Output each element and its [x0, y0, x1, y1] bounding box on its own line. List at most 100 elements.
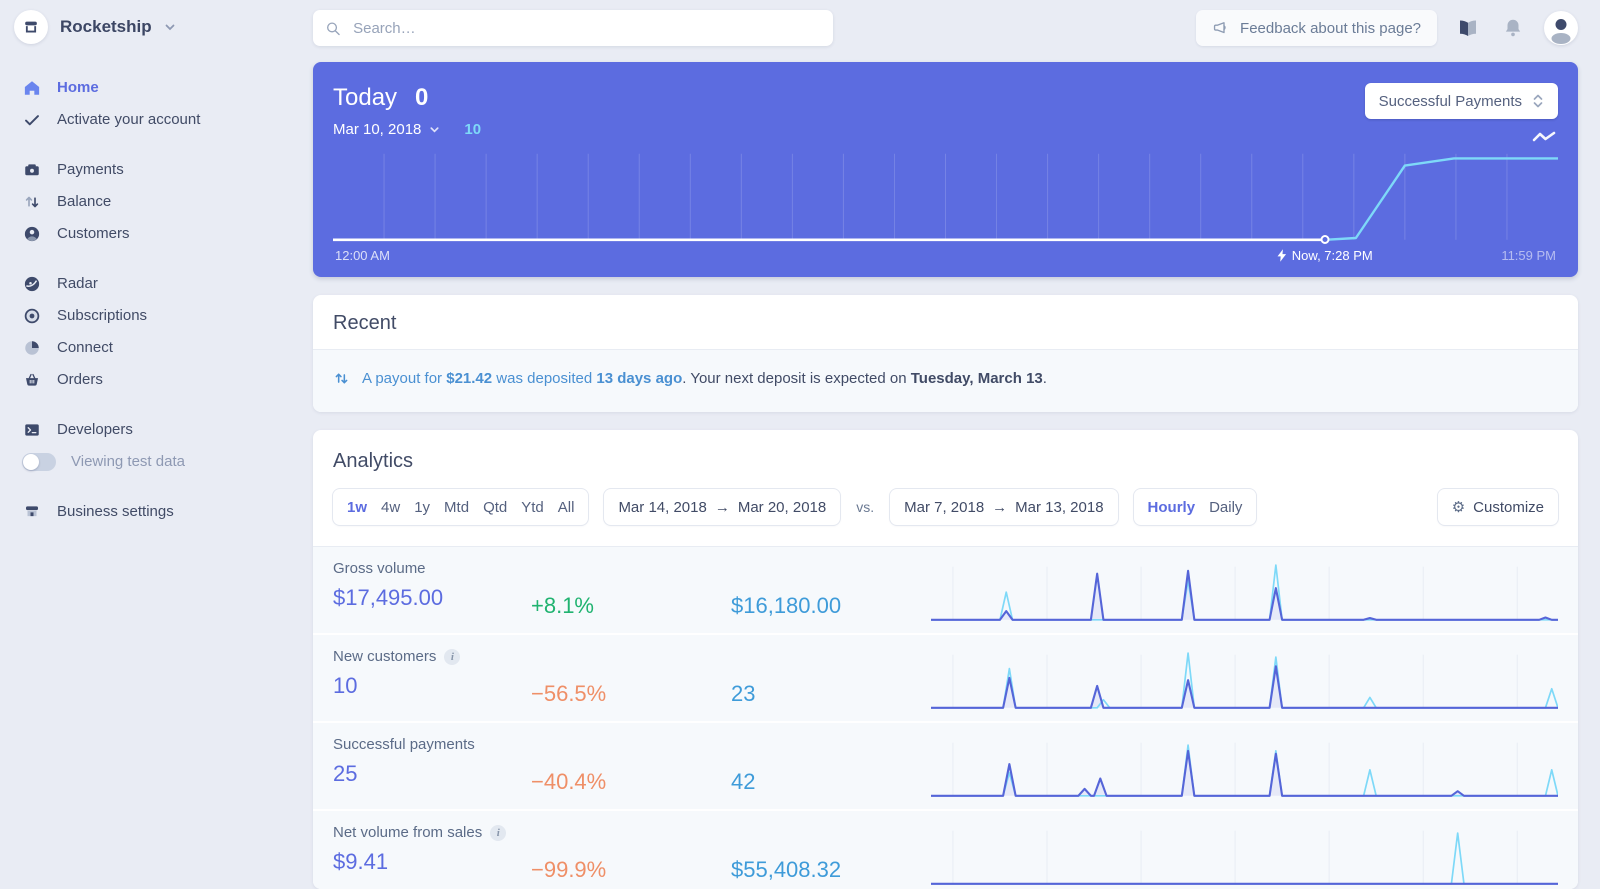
metric-sparkline: [931, 559, 1558, 623]
metric-change: −99.9%: [531, 857, 607, 882]
metric-row-successful-payments[interactable]: Successful payments 25 −40.4% 42: [313, 723, 1578, 809]
sidebar-item-payments[interactable]: Payments: [0, 154, 308, 186]
arrow-right-icon: →: [714, 498, 730, 516]
metric-select[interactable]: Successful Payments: [1364, 83, 1558, 119]
previous-period-button[interactable]: Mar 7, 2018 → Mar 13, 2018: [890, 489, 1118, 525]
metric-compare-value: 23: [731, 681, 756, 706]
range-tab-mtd[interactable]: Mtd: [444, 499, 469, 516]
gear-icon: ⚙: [1451, 499, 1466, 516]
bell-icon: [1505, 19, 1521, 37]
today-title: Today: [333, 84, 398, 111]
search-bar[interactable]: [313, 10, 833, 46]
sidebar-item-label: Balance: [57, 193, 112, 210]
range-tab-qtd[interactable]: Qtd: [483, 499, 507, 516]
metric-row-gross-volume[interactable]: Gross volume $17,495.00 +8.1% $16,180.00: [313, 547, 1578, 633]
search-input[interactable]: [351, 18, 821, 38]
check-icon: [22, 110, 42, 130]
metric-value: 25: [333, 761, 358, 786]
sidebar-item-home[interactable]: Home: [0, 72, 308, 104]
today-card: Today 0 Mar 10, 2018 10 Successful Payme…: [313, 62, 1578, 277]
metric-value: $17,495.00: [333, 585, 444, 610]
sidebar-item-label: Viewing test data: [71, 453, 185, 470]
sidebar: Rocketship Home Activate your account Pa…: [0, 0, 308, 528]
sidebar-item-label: Home: [57, 79, 99, 96]
sidebar-item-label: Subscriptions: [57, 307, 148, 324]
sidebar-item-radar[interactable]: Radar: [0, 268, 308, 300]
range-tab-4w[interactable]: 4w: [381, 499, 400, 516]
metric-change: −40.4%: [531, 769, 607, 794]
chevron-down-icon: [165, 24, 175, 31]
chart-type-toggle[interactable]: [1532, 130, 1556, 149]
metric-value: $9.41: [333, 849, 389, 874]
sort-chevrons-icon: [1533, 94, 1543, 108]
sidebar-item-balance[interactable]: Balance: [0, 186, 308, 218]
recent-card: Recent A payout for $21.42 was deposited…: [313, 295, 1578, 412]
metric-select-label: Successful Payments: [1378, 92, 1522, 110]
sidebar-item-subscriptions[interactable]: Subscriptions: [0, 300, 308, 332]
metric-compare-value: 42: [731, 769, 756, 794]
radar-icon: [22, 274, 42, 294]
granularity-toggle: Hourly Daily: [1133, 489, 1257, 525]
metric-label: Successful payments: [333, 736, 475, 753]
metric-label: Net volume from sales: [333, 824, 483, 841]
user-icon: [1551, 19, 1571, 44]
range-tab-ytd[interactable]: Ytd: [521, 499, 544, 516]
sidebar-nav: Home Activate your account Payments Bala…: [0, 72, 308, 528]
info-icon[interactable]: i: [490, 824, 507, 841]
sidebar-item-business-settings[interactable]: Business settings: [0, 496, 308, 528]
storefront-icon: [14, 10, 48, 44]
date-picker[interactable]: Mar 10, 2018: [333, 121, 440, 138]
home-icon: [22, 78, 42, 98]
info-icon[interactable]: i: [444, 648, 461, 665]
sidebar-item-customers[interactable]: Customers: [0, 218, 308, 250]
metric-row-net-volume[interactable]: Net volume from sales i $9.41 −99.9% $55,…: [313, 811, 1578, 889]
range-tab-all[interactable]: All: [558, 499, 575, 516]
user-avatar[interactable]: [1544, 11, 1578, 45]
sidebar-item-connect[interactable]: Connect: [0, 332, 308, 364]
today-chart: [333, 150, 1558, 244]
sidebar-item-orders[interactable]: Orders: [0, 364, 308, 396]
granularity-daily[interactable]: Daily: [1209, 499, 1242, 516]
connect-icon: [22, 338, 42, 358]
test-data-toggle[interactable]: [22, 453, 56, 471]
range-tab-1y[interactable]: 1y: [414, 499, 430, 516]
metric-rows: Gross volume $17,495.00 +8.1% $16,180.00…: [313, 546, 1578, 889]
comparison-value: 10: [464, 121, 482, 138]
search-icon: [327, 21, 340, 35]
account-name: Rocketship: [60, 17, 152, 36]
account-switcher[interactable]: Rocketship: [0, 0, 308, 44]
customize-button[interactable]: ⚙ Customize: [1437, 489, 1558, 525]
sidebar-item-label: Radar: [57, 275, 98, 292]
arrow-right-icon: →: [992, 498, 1008, 516]
sidebar-item-activate-account[interactable]: Activate your account: [0, 104, 308, 136]
date-label: Mar 10, 2018: [333, 121, 422, 138]
metric-label: Gross volume: [333, 560, 426, 577]
payout-text: A payout for $21.42 was deposited 13 day…: [362, 370, 1047, 387]
today-count: 0: [415, 84, 429, 111]
sidebar-item-developers[interactable]: Developers: [0, 414, 308, 446]
granularity-hourly[interactable]: Hourly: [1148, 499, 1196, 516]
sidebar-item-label: Payments: [57, 161, 124, 178]
range-tab-1w[interactable]: 1w: [347, 499, 367, 516]
metric-row-new-customers[interactable]: New customers i 10 −56.5% 23: [313, 635, 1578, 721]
metric-value: 10: [333, 673, 358, 698]
recent-title: Recent: [333, 312, 397, 334]
customers-icon: [22, 224, 42, 244]
analytics-card: Analytics 1w 4w 1y Mtd Qtd Ytd All Mar 1…: [313, 430, 1578, 889]
current-period-button[interactable]: Mar 14, 2018 → Mar 20, 2018: [604, 489, 841, 525]
payout-icon: [335, 373, 348, 384]
feedback-button[interactable]: Feedback about this page?: [1196, 10, 1437, 46]
sidebar-item-label: Connect: [57, 339, 113, 356]
metric-change: +8.1%: [531, 593, 594, 618]
chevron-down-icon: [430, 127, 439, 133]
now-marker: [1320, 235, 1330, 244]
sidebar-item-label: Orders: [57, 371, 103, 388]
notifications-button[interactable]: [1499, 14, 1527, 42]
sidebar-item-label: Customers: [57, 225, 130, 242]
payout-notification[interactable]: A payout for $21.42 was deposited 13 day…: [313, 349, 1578, 412]
metric-sparkline: [931, 823, 1558, 887]
docs-button[interactable]: [1454, 14, 1482, 42]
storefront-icon: [22, 502, 42, 522]
payments-icon: [22, 160, 42, 180]
vs-label: vs.: [856, 499, 875, 515]
